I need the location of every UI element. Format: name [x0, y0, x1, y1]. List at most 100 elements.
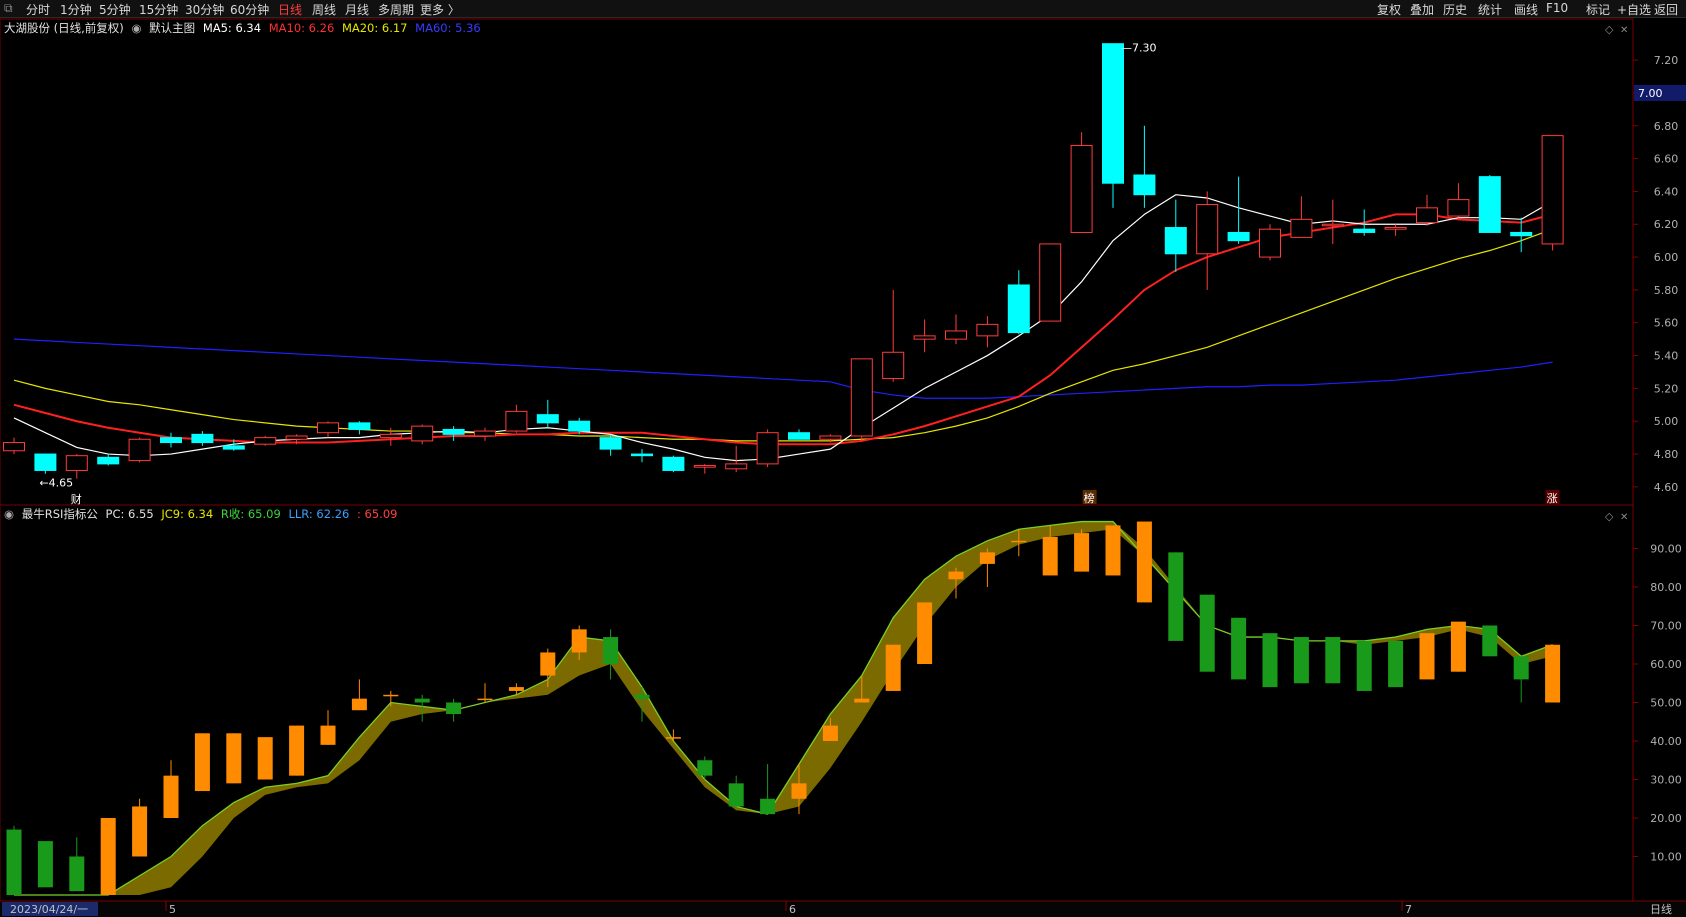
candle-body[interactable] [160, 437, 182, 444]
candle-body[interactable] [1039, 243, 1062, 322]
rsi-candle-body[interactable] [1388, 640, 1404, 688]
candle-body[interactable] [191, 433, 214, 444]
rsi-candle-body[interactable] [1482, 625, 1498, 657]
rsi-candle-body[interactable] [822, 725, 838, 741]
candle-body[interactable] [1510, 231, 1533, 237]
rsi-candle-body[interactable] [1356, 640, 1372, 691]
rsi-candle-body[interactable] [351, 698, 367, 711]
rsi-candle-body[interactable] [854, 698, 870, 703]
candle-body[interactable] [693, 465, 716, 468]
candle-body[interactable] [1478, 176, 1501, 233]
rsi-candle-body[interactable] [6, 829, 22, 895]
rsi-candle-body[interactable] [194, 733, 210, 792]
candle-body[interactable] [1196, 204, 1219, 255]
candle-body[interactable] [945, 330, 967, 340]
candle-body[interactable] [1416, 207, 1438, 224]
candle-body[interactable] [1259, 228, 1281, 258]
rsi-candle-body[interactable] [1545, 644, 1561, 703]
candle-body[interactable] [97, 456, 120, 465]
rsi-candle-body[interactable] [1231, 617, 1247, 680]
candle-body[interactable] [285, 435, 308, 440]
candle-body[interactable] [65, 455, 88, 471]
rsi-candle-body[interactable] [446, 702, 462, 715]
candle-body[interactable] [850, 358, 873, 437]
rsi-candle-body[interactable] [100, 818, 116, 895]
candle-body[interactable] [599, 437, 622, 450]
rsi-candle-body[interactable] [1199, 594, 1215, 672]
candle-body[interactable] [379, 433, 402, 439]
rsi-candle-body[interactable] [132, 806, 148, 857]
rsi-candle-body[interactable] [477, 698, 493, 701]
candle-body[interactable] [505, 410, 528, 432]
rsi-candle-body[interactable] [979, 552, 995, 564]
candle-body[interactable] [756, 432, 779, 465]
rsi-candle-body[interactable] [1419, 633, 1435, 680]
candle-body[interactable] [1007, 284, 1030, 334]
rsi-candle-body[interactable] [1293, 637, 1309, 684]
candle-body[interactable] [631, 453, 653, 457]
rsi-candle-body[interactable] [320, 725, 336, 745]
candle-body[interactable] [254, 437, 277, 445]
rsi-candle-body[interactable] [37, 841, 53, 888]
candle-body[interactable] [317, 422, 339, 434]
rsi-candle-body[interactable] [1262, 633, 1278, 688]
rsi-candle-body[interactable] [540, 652, 556, 676]
candle-body[interactable] [348, 422, 371, 430]
candle-body[interactable] [819, 435, 842, 440]
candle-body[interactable] [788, 432, 810, 440]
rsi-candle-body[interactable] [665, 737, 681, 739]
candle-body[interactable] [1541, 135, 1564, 245]
candle-body[interactable] [222, 445, 245, 450]
candle-body[interactable] [1321, 223, 1344, 227]
candle-body[interactable] [568, 420, 591, 432]
candle-body[interactable] [1164, 227, 1187, 255]
rsi-candle-body[interactable] [634, 694, 650, 699]
rsi-candle-body[interactable] [728, 783, 744, 807]
rsi-candle-body[interactable] [508, 687, 524, 691]
rsi-candle-body[interactable] [760, 798, 776, 815]
candle-body[interactable] [1133, 174, 1156, 196]
kline-chart[interactable]: 7.20 7.00 6.80 6.60 6.40 6.20 6.00 5.80 5.60 5.40… [0, 0, 1686, 917]
rsi-candle-body[interactable] [257, 737, 273, 780]
rsi-candle-body[interactable] [289, 725, 305, 776]
candle-body[interactable] [1353, 228, 1376, 233]
rsi-candle-body[interactable] [1105, 525, 1121, 576]
candle-body[interactable] [34, 453, 57, 471]
rsi-candle-body[interactable] [1074, 533, 1090, 572]
rsi-candle-body[interactable] [1042, 536, 1058, 576]
rsi-candle-body[interactable] [1450, 621, 1466, 672]
rsi-candle-body[interactable] [697, 760, 713, 776]
rsi-candle-body[interactable] [414, 698, 430, 703]
rsi-candle-body[interactable] [603, 637, 619, 664]
rsi-candle-body[interactable] [1168, 552, 1184, 641]
rsi-candle-body[interactable] [69, 856, 85, 892]
rsi-candle-body[interactable] [383, 694, 399, 697]
rsi-candle-body[interactable] [1011, 540, 1027, 543]
rsi-candle-body[interactable] [571, 629, 587, 653]
candle-body[interactable] [1102, 43, 1124, 184]
rsi-candle-body[interactable] [163, 775, 179, 818]
candle-body[interactable] [3, 442, 25, 452]
rsi-candle-body[interactable] [917, 602, 933, 664]
candle-body[interactable] [976, 323, 999, 337]
candle-body[interactable] [1070, 144, 1093, 233]
candle-body[interactable] [474, 430, 496, 437]
rsi-candle-body[interactable] [1513, 656, 1529, 680]
candle-body[interactable] [1227, 231, 1250, 242]
rsi-candle-body[interactable] [948, 571, 964, 580]
candle-body[interactable] [411, 425, 434, 442]
candle-body[interactable] [536, 414, 559, 424]
candle-body[interactable] [1290, 218, 1313, 238]
candle-body[interactable] [128, 438, 151, 462]
candle-body[interactable] [913, 335, 936, 340]
candle-body[interactable] [1384, 227, 1407, 230]
candle-body[interactable] [882, 351, 905, 380]
candle-body[interactable] [725, 463, 748, 470]
candle-body[interactable] [1447, 199, 1470, 217]
rsi-candle-body[interactable] [885, 644, 901, 691]
candle-body[interactable] [442, 428, 465, 435]
rsi-candle-body[interactable] [791, 783, 807, 799]
candle-body[interactable] [662, 456, 685, 471]
rsi-candle-body[interactable] [1325, 637, 1341, 684]
rsi-candle-body[interactable] [1136, 521, 1152, 603]
